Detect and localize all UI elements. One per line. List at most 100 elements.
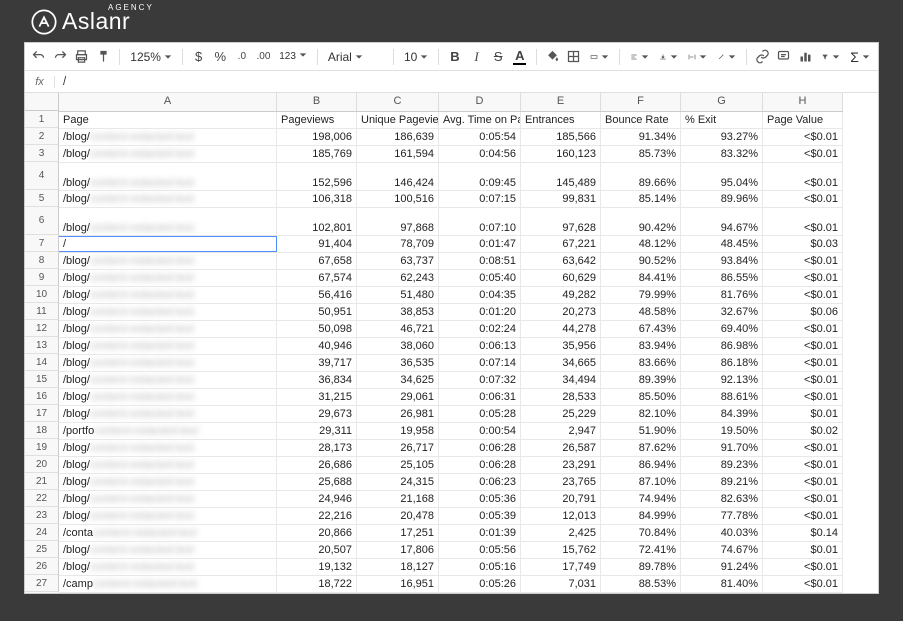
cell[interactable]: 82.63% xyxy=(681,491,763,507)
table-row[interactable]: /blog/ content-redacted-text50,09846,721… xyxy=(59,321,843,338)
cell[interactable]: 0:05:40 xyxy=(439,270,521,286)
cell[interactable]: 44,278 xyxy=(521,321,601,337)
cell[interactable]: $0.14 xyxy=(763,525,843,541)
header-cell[interactable]: Avg. Time on Page xyxy=(439,112,521,128)
cell[interactable]: /blog/ content-redacted-text xyxy=(59,406,277,422)
merge-dropdown[interactable] xyxy=(586,50,613,64)
cell[interactable]: 0:05:54 xyxy=(439,129,521,145)
column-header[interactable]: E xyxy=(521,93,601,111)
cell[interactable]: 160,123 xyxy=(521,146,601,162)
cell[interactable]: 26,981 xyxy=(357,406,439,422)
row-number[interactable]: 22 xyxy=(25,490,59,507)
table-row[interactable]: /blog/ content-redacted-text106,318100,5… xyxy=(59,191,843,208)
cell[interactable]: 69.40% xyxy=(681,321,763,337)
cell[interactable]: 97,868 xyxy=(357,208,439,235)
row-number[interactable]: 17 xyxy=(25,405,59,422)
cell[interactable]: <$0.01 xyxy=(763,163,843,190)
table-row[interactable]: /blog/ content-redacted-text152,596146,4… xyxy=(59,163,843,191)
cell[interactable]: 67.43% xyxy=(601,321,681,337)
cell[interactable]: 84.39% xyxy=(681,406,763,422)
cell[interactable]: 85.50% xyxy=(601,389,681,405)
cell[interactable]: 25,688 xyxy=(277,474,357,490)
print-icon[interactable] xyxy=(72,47,92,67)
cell[interactable]: /blog/ content-redacted-text xyxy=(59,270,277,286)
cell[interactable]: 38,060 xyxy=(357,338,439,354)
cell[interactable]: <$0.01 xyxy=(763,576,843,592)
cell[interactable]: /blog/ content-redacted-text xyxy=(59,321,277,337)
cell[interactable]: /blog/ content-redacted-text xyxy=(59,208,277,235)
row-number[interactable]: 25 xyxy=(25,541,59,558)
column-header[interactable]: H xyxy=(763,93,843,111)
cell[interactable]: 0:02:24 xyxy=(439,321,521,337)
row-number[interactable]: 21 xyxy=(25,473,59,490)
cell[interactable]: 48.45% xyxy=(681,236,763,252)
cell[interactable]: 0:05:36 xyxy=(439,491,521,507)
cell[interactable]: <$0.01 xyxy=(763,191,843,207)
borders-icon[interactable] xyxy=(564,47,584,67)
cell[interactable]: /portfo content-redacted-text xyxy=(59,423,277,439)
table-row[interactable]: /blog/ content-redacted-text22,21620,478… xyxy=(59,508,843,525)
cell[interactable]: 38,853 xyxy=(357,304,439,320)
cell[interactable]: 7,031 xyxy=(521,576,601,592)
cell[interactable]: 86.94% xyxy=(601,457,681,473)
fill-color-icon[interactable] xyxy=(542,47,562,67)
cell[interactable]: 18,127 xyxy=(357,559,439,575)
cell[interactable]: /blog/ content-redacted-text xyxy=(59,559,277,575)
row-number[interactable]: 26 xyxy=(25,558,59,575)
cell[interactable]: 26,717 xyxy=(357,440,439,456)
row-number[interactable]: 3 xyxy=(25,145,59,162)
table-row[interactable]: /blog/ content-redacted-text31,21529,061… xyxy=(59,389,843,406)
row-number[interactable]: 11 xyxy=(25,303,59,320)
cell[interactable]: 145,489 xyxy=(521,163,601,190)
cell[interactable]: / xyxy=(59,236,277,252)
row-number[interactable]: 19 xyxy=(25,439,59,456)
cell[interactable]: 0:05:16 xyxy=(439,559,521,575)
row-number[interactable]: 9 xyxy=(25,269,59,286)
cell[interactable]: 60,629 xyxy=(521,270,601,286)
cell[interactable]: 97,628 xyxy=(521,208,601,235)
cell[interactable]: 0:05:28 xyxy=(439,406,521,422)
cell[interactable]: <$0.01 xyxy=(763,321,843,337)
row-number[interactable]: 2 xyxy=(25,128,59,145)
cell[interactable]: 19,132 xyxy=(277,559,357,575)
valign-dropdown[interactable] xyxy=(655,50,682,64)
cell[interactable]: <$0.01 xyxy=(763,474,843,490)
cell[interactable]: 67,574 xyxy=(277,270,357,286)
cell[interactable]: <$0.01 xyxy=(763,270,843,286)
cell[interactable]: 89.96% xyxy=(681,191,763,207)
column-header[interactable]: F xyxy=(601,93,681,111)
cell[interactable]: <$0.01 xyxy=(763,355,843,371)
cell[interactable]: 25,229 xyxy=(521,406,601,422)
cell[interactable]: 0:07:10 xyxy=(439,208,521,235)
cell[interactable]: <$0.01 xyxy=(763,508,843,524)
cell[interactable]: 88.61% xyxy=(681,389,763,405)
cell[interactable]: 83.66% xyxy=(601,355,681,371)
cell[interactable]: $0.01 xyxy=(763,542,843,558)
header-cell[interactable]: Page Value xyxy=(763,112,843,128)
cell[interactable]: 85.73% xyxy=(601,146,681,162)
cell[interactable]: /blog/ content-redacted-text xyxy=(59,163,277,190)
row-number[interactable]: 5 xyxy=(25,190,59,207)
cell[interactable]: 63,737 xyxy=(357,253,439,269)
cell[interactable]: 29,061 xyxy=(357,389,439,405)
column-header[interactable]: G xyxy=(681,93,763,111)
row-number[interactable]: 15 xyxy=(25,371,59,388)
column-header[interactable]: C xyxy=(357,93,439,111)
cell[interactable]: <$0.01 xyxy=(763,253,843,269)
row-number[interactable]: 18 xyxy=(25,422,59,439)
row-number[interactable]: 13 xyxy=(25,337,59,354)
cell[interactable]: $0.03 xyxy=(763,236,843,252)
cell[interactable]: /blog/ content-redacted-text xyxy=(59,474,277,490)
cell[interactable]: /blog/ content-redacted-text xyxy=(59,508,277,524)
row-number[interactable]: 27 xyxy=(25,575,59,592)
cell[interactable]: <$0.01 xyxy=(763,372,843,388)
cell[interactable]: 2,947 xyxy=(521,423,601,439)
cell[interactable]: /blog/ content-redacted-text xyxy=(59,253,277,269)
cell[interactable]: 29,673 xyxy=(277,406,357,422)
cell[interactable]: 186,639 xyxy=(357,129,439,145)
row-number[interactable]: 8 xyxy=(25,252,59,269)
table-row[interactable]: /portfo content-redacted-text29,31119,95… xyxy=(59,423,843,440)
cell[interactable]: /blog/ content-redacted-text xyxy=(59,389,277,405)
cell[interactable]: 0:05:39 xyxy=(439,508,521,524)
link-icon[interactable] xyxy=(752,47,772,67)
